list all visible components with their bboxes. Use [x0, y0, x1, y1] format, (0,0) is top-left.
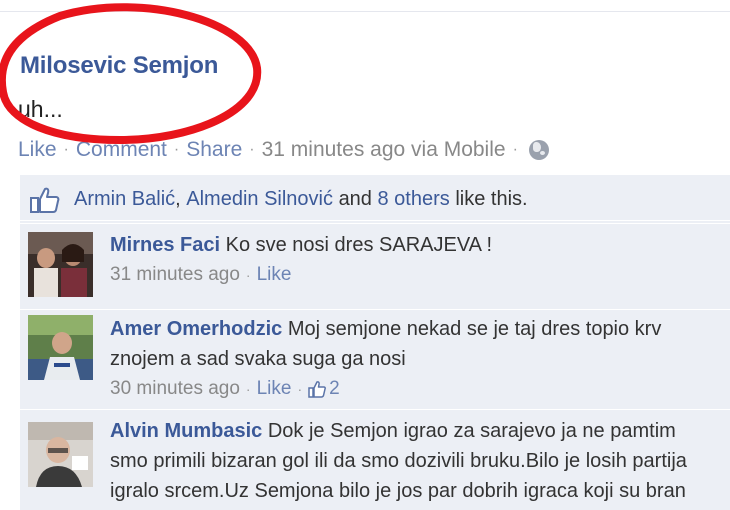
separator-dot: ·	[245, 267, 251, 283]
likes-suffix: like this.	[455, 188, 528, 210]
post-timestamp[interactable]: 31 minutes ago via Mobile	[262, 138, 506, 162]
separator-dot: ·	[63, 141, 69, 158]
comment-item: Alvin Mumbasic Dok je Semjon igrao za sa…	[20, 409, 730, 510]
comment-like-count[interactable]: 2	[308, 374, 340, 404]
share-link[interactable]: Share	[186, 138, 242, 162]
separator-dot: ·	[297, 381, 303, 397]
comment-text-line-3: igralo srcem.Uz Semjona bilo je jos par …	[110, 480, 686, 502]
comment-timestamp[interactable]: 30 minutes ago	[110, 374, 240, 404]
thumbs-up-icon	[30, 187, 60, 213]
commenter-name[interactable]: Amer Omerhodzic	[110, 318, 282, 340]
comment-item: Mirnes Faci Ko sve nosi dres SARAJEVA ! …	[20, 223, 730, 309]
thumbs-up-icon	[308, 381, 327, 398]
comments-section: Armin Balić , Almedin Silnović and 8 oth…	[20, 175, 730, 510]
comment-text: Ko sve nosi dres SARAJEVA !	[225, 234, 493, 256]
separator-dot: ·	[245, 381, 251, 397]
comment-text-line-2: znojem a sad svaka suga ga nosi	[110, 348, 406, 370]
likes-summary: Armin Balić , Almedin Silnović and 8 oth…	[20, 179, 730, 221]
separator-dot: ·	[173, 141, 180, 158]
separator-dot: ·	[249, 141, 255, 158]
commenter-name[interactable]: Alvin Mumbasic	[110, 420, 262, 442]
comment-item: Amer Omerhodzic Moj semjone nekad se je …	[20, 309, 730, 409]
post-text: uh...	[18, 96, 63, 122]
post-action-bar: Like · Comment · Share · 31 minutes ago …	[18, 138, 549, 162]
comment-text-line-1: Dok je Semjon igrao za sarajevo ja ne pa…	[267, 420, 676, 442]
comment-text-line-1: Moj semjone nekad se je taj dres topio k…	[287, 318, 662, 340]
like-count-value: 2	[329, 378, 340, 399]
top-border	[0, 0, 730, 12]
likes-others-link[interactable]: 8 others	[378, 188, 450, 211]
post-author-name[interactable]: Milosevic Semjon	[20, 52, 218, 80]
avatar[interactable]	[28, 315, 93, 380]
avatar[interactable]	[28, 422, 93, 487]
comment-timestamp[interactable]: 31 minutes ago	[110, 260, 240, 290]
likes-and: and	[338, 188, 372, 210]
comment-link[interactable]: Comment	[76, 138, 167, 162]
liker-name-1[interactable]: Armin Balić	[74, 188, 175, 211]
commenter-name[interactable]: Mirnes Faci	[110, 234, 220, 256]
comment-like-link[interactable]: Like	[257, 374, 292, 404]
globe-icon[interactable]	[528, 140, 549, 160]
like-link[interactable]: Like	[18, 138, 57, 162]
separator-dot: ·	[512, 141, 518, 158]
liker-name-2[interactable]: Almedin Silnović	[186, 188, 333, 211]
comment-text-line-2: smo primili bizaran gol ili da smo doziv…	[110, 450, 687, 472]
comment-like-link[interactable]: Like	[257, 260, 292, 290]
avatar[interactable]	[28, 232, 93, 297]
